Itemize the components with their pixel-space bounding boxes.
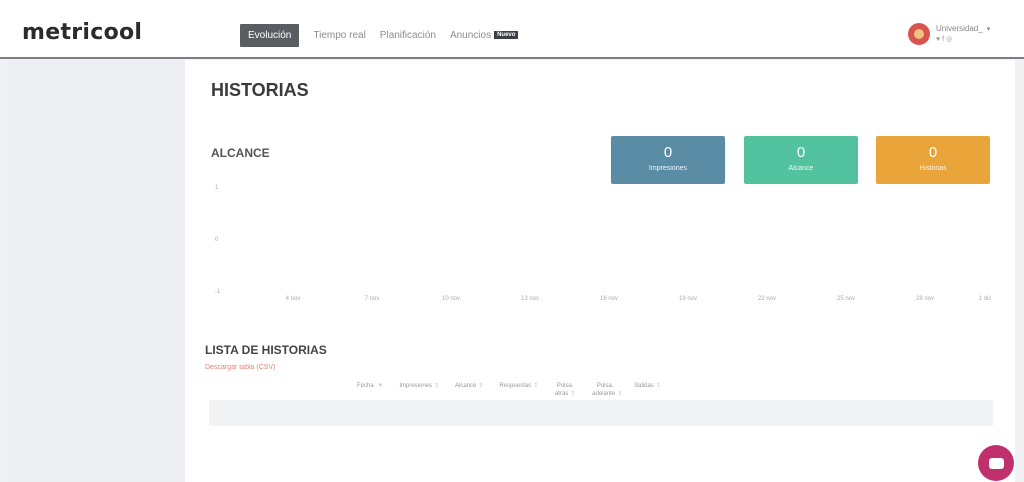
sort-icon[interactable]: ⇕ xyxy=(478,383,483,389)
sort-icon[interactable]: ⇕ xyxy=(434,383,439,389)
table-row xyxy=(209,400,993,426)
x-tick: 25 nov xyxy=(836,296,856,302)
column-label: Pulsa. adelante xyxy=(592,383,616,397)
avatar[interactable] xyxy=(908,22,930,45)
avatar-head-icon xyxy=(914,28,924,39)
social-networks-icons: ♥f◎ xyxy=(936,36,955,43)
column-salidas[interactable]: Salidas ⇕ xyxy=(634,382,661,390)
x-axis: 4 nov 7 nov 10 nov 13 nov 16 nov 19 nov … xyxy=(280,296,1000,306)
nav-planificacion[interactable]: Planificación xyxy=(380,30,436,41)
user-menu[interactable]: Universidad_ ▾ ♥f◎ xyxy=(908,22,990,45)
stories-list-title: LISTA DE HISTORIAS xyxy=(205,343,327,357)
sort-down-icon[interactable]: ▼ xyxy=(377,383,383,389)
reach-section-title: ALCANCE xyxy=(211,146,270,160)
stories-label: Historias xyxy=(919,165,947,172)
y-tick: 0 xyxy=(215,237,219,243)
x-tick: 7 nov xyxy=(364,296,380,302)
column-label: Alcance xyxy=(455,383,477,389)
sort-icon[interactable]: ⇕ xyxy=(533,383,538,389)
stories-card: 0 Historias xyxy=(876,136,990,184)
user-name: Universidad_ xyxy=(936,24,983,33)
column-label: Fecha xyxy=(357,383,374,389)
x-tick: 22 nov xyxy=(757,296,777,302)
chat-bubble-icon xyxy=(988,457,1004,469)
column-impresiones[interactable]: Impresiones ⇕ xyxy=(399,382,439,390)
chevron-down-icon[interactable]: ▾ xyxy=(987,26,991,33)
main-content: HISTORIAS ALCANCE 1 0 -1 4 nov 7 nov 10 … xyxy=(185,60,1015,482)
sort-icon[interactable]: ⇕ xyxy=(570,391,575,397)
x-tick: 19 nov xyxy=(678,296,698,302)
impressions-value: 0 xyxy=(663,144,673,161)
main-nav: Evolución Tiempo real Planificación Anun… xyxy=(240,23,532,47)
reach-value: 0 xyxy=(796,144,806,161)
reach-label: Alcance xyxy=(788,165,814,172)
stories-value: 0 xyxy=(928,144,938,161)
download-csv-link[interactable]: Descargar tabla (CSV) xyxy=(205,364,275,371)
sidebar xyxy=(8,60,185,482)
y-tick: 1 xyxy=(215,185,219,191)
x-tick: 10 nov xyxy=(441,296,461,302)
impressions-label: Impresiones xyxy=(648,165,688,172)
column-label: Impresiones xyxy=(399,383,432,389)
x-tick: 28 nov xyxy=(915,296,935,302)
nav-evolucion[interactable]: Evolución xyxy=(240,23,300,47)
reach-card: 0 Alcance xyxy=(744,136,858,184)
x-tick: 13 nov xyxy=(520,296,540,302)
chat-button[interactable] xyxy=(978,445,1014,481)
page-title: HISTORIAS xyxy=(211,80,309,100)
x-tick: 16 nov xyxy=(599,296,619,302)
column-alcance[interactable]: Alcance ⇕ xyxy=(455,382,483,390)
nav-anuncios[interactable]: Anuncios Nuevo xyxy=(449,29,519,41)
column-label: Respuestas xyxy=(499,383,532,389)
top-bar: metricool Evolución Tiempo real Planific… xyxy=(0,0,1024,59)
column-pulsa-atras[interactable]: Pulsa. atrás ⇕ xyxy=(554,382,576,398)
column-pulsa-adelante[interactable]: Pulsa. adelante ⇕ xyxy=(592,382,622,398)
nav-tiempo-real[interactable]: Tiempo real xyxy=(313,30,365,41)
nav-anuncios-label: Anuncios xyxy=(449,29,492,41)
y-tick: -1 xyxy=(215,289,221,295)
sort-icon[interactable]: ⇕ xyxy=(656,383,661,389)
user-info: Universidad_ ▾ ♥f◎ xyxy=(936,22,990,45)
sort-icon[interactable]: ⇕ xyxy=(617,391,622,397)
x-tick: 4 nov xyxy=(285,296,301,302)
x-tick: 1 dic xyxy=(978,296,992,302)
column-label: Salidas xyxy=(634,383,654,389)
column-respuestas[interactable]: Respuestas ⇕ xyxy=(499,382,538,390)
metricool-logo[interactable]: metricool xyxy=(22,20,142,45)
new-badge: Nuevo xyxy=(494,30,519,39)
impressions-card: 0 Impresiones xyxy=(611,136,725,184)
column-fecha[interactable]: Fecha ▼ xyxy=(357,382,383,390)
